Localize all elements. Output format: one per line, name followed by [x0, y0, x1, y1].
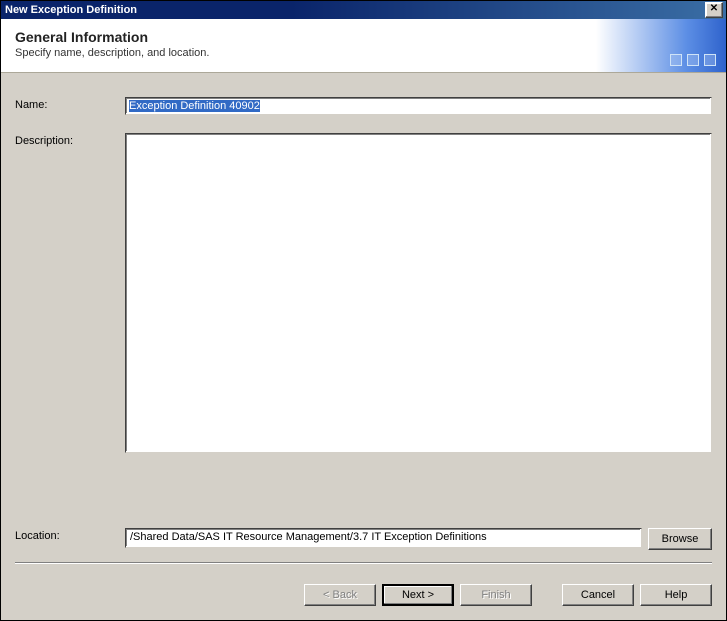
window-title: New Exception Definition [5, 1, 137, 19]
description-row: Description: [15, 133, 712, 514]
location-value: /Shared Data/SAS IT Resource Management/… [130, 531, 487, 543]
step-box [670, 54, 682, 66]
step-indicator [670, 54, 716, 66]
name-label: Name: [15, 97, 125, 115]
help-button[interactable]: Help [640, 584, 712, 606]
titlebar: New Exception Definition ✕ [1, 1, 726, 19]
location-input[interactable]: /Shared Data/SAS IT Resource Management/… [125, 528, 642, 548]
wizard-window: New Exception Definition ✕ General Infor… [0, 0, 727, 621]
step-box [704, 54, 716, 66]
location-row: Location: /Shared Data/SAS IT Resource M… [15, 528, 712, 550]
page-heading: General Information [15, 29, 712, 45]
browse-button[interactable]: Browse [648, 528, 712, 550]
close-icon: ✕ [710, 3, 718, 14]
button-gap [538, 584, 556, 606]
wizard-header: General Information Specify name, descri… [1, 19, 726, 73]
page-subheading: Specify name, description, and location. [15, 47, 712, 59]
form-content: Name: Exception Definition 40902 Descrip… [1, 73, 726, 584]
finish-button[interactable]: Finish [460, 584, 532, 606]
name-input[interactable]: Exception Definition 40902 [125, 97, 712, 115]
location-label: Location: [15, 528, 125, 550]
footer-separator [15, 562, 712, 564]
step-box [687, 54, 699, 66]
next-button[interactable]: Next > [382, 584, 454, 606]
name-row: Name: Exception Definition 40902 [15, 97, 712, 115]
description-label: Description: [15, 133, 125, 514]
back-button[interactable]: < Back [304, 584, 376, 606]
name-input-selected-text: Exception Definition 40902 [129, 100, 260, 112]
cancel-button[interactable]: Cancel [562, 584, 634, 606]
window-controls: ✕ [704, 1, 724, 19]
wizard-footer: < Back Next > Finish Cancel Help [1, 584, 726, 620]
description-textarea[interactable] [125, 133, 712, 453]
close-button[interactable]: ✕ [705, 2, 723, 18]
